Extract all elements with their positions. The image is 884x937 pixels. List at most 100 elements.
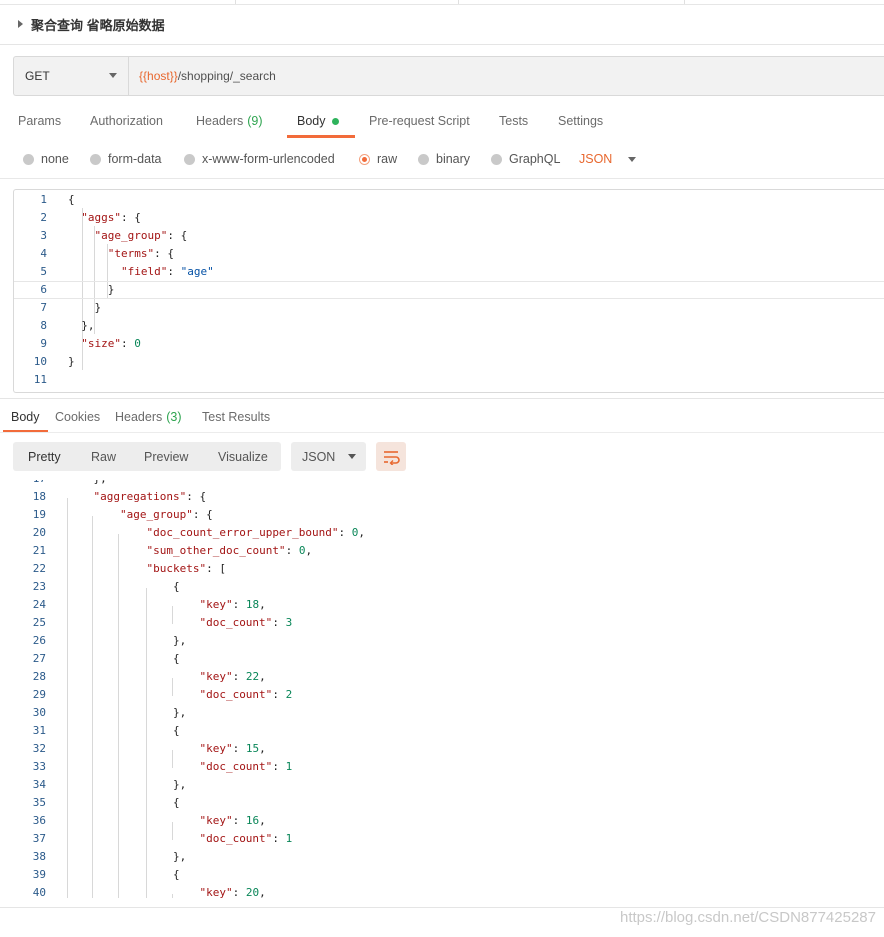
line-code: "terms": { [107, 247, 174, 260]
line-number: 29 [32, 688, 46, 701]
chevron-down-icon [628, 156, 637, 162]
tab-label: Headers [196, 114, 244, 128]
response-tab-body[interactable]: Body [3, 402, 47, 432]
request-body-editor[interactable]: 1{ 2 "aggs": { 3 "age_group": { 4 "terms… [13, 189, 884, 393]
tab-body[interactable]: Body [287, 104, 354, 138]
line-code: "doc_count": 2 [199, 688, 293, 701]
line-number: 24 [32, 598, 46, 611]
response-line: 22 "buckets": [ [0, 560, 884, 578]
body-format-label: JSON [579, 152, 613, 166]
body-option-form-data[interactable]: form-data [90, 146, 162, 172]
response-body[interactable]: 17 }, 18 "aggregations": { 19 "age_group… [0, 480, 884, 898]
line-number: 19 [32, 508, 46, 521]
editor-line: 4 "terms": { [14, 245, 884, 263]
url-input[interactable]: {{host}}/shopping/_search [129, 57, 276, 95]
response-line: 36 "key": 16, [0, 812, 884, 830]
tab-pre-request-script[interactable]: Pre-request Script [369, 104, 470, 138]
bottom-divider [0, 907, 884, 908]
tab-label: Body [297, 114, 326, 128]
line-code: "key": 16, [199, 814, 266, 827]
option-label: GraphQL [509, 152, 561, 166]
response-tab-test-results[interactable]: Test Results [202, 402, 270, 432]
line-code: "doc_count": 3 [199, 616, 293, 629]
line-number: 8 [40, 319, 47, 332]
line-number: 25 [32, 616, 46, 629]
response-line: 27 { [0, 650, 884, 668]
response-line: 19 "age_group": { [0, 506, 884, 524]
line-number: 9 [40, 337, 47, 350]
request-tabs: Params Authorization Headers (9) Body Pre… [0, 104, 884, 138]
response-format-select[interactable]: JSON [291, 442, 366, 471]
view-preview-button[interactable]: Preview [144, 442, 188, 471]
line-number: 27 [32, 652, 46, 665]
response-line: 25 "doc_count": 3 [0, 614, 884, 632]
response-line: 39 { [0, 866, 884, 884]
response-line: 29 "doc_count": 2 [0, 686, 884, 704]
chevron-down-icon [109, 73, 117, 78]
line-number: 11 [33, 373, 47, 386]
response-line: 24 "key": 18, [0, 596, 884, 614]
line-number: 38 [32, 850, 46, 863]
response-line: 34 }, [0, 776, 884, 794]
caret-right-icon[interactable] [18, 20, 23, 28]
editor-line: 8 }, [14, 317, 884, 335]
tab-label: Tests [499, 114, 529, 128]
watermark: https://blog.csdn.net/CSDN877425287 [619, 909, 876, 926]
body-option-none[interactable]: none [23, 146, 69, 172]
view-raw-button[interactable]: Raw [91, 442, 116, 471]
body-format-select[interactable]: JSON [579, 146, 637, 172]
line-code: "sum_other_doc_count": 0, [146, 544, 313, 557]
line-code: { [67, 580, 180, 593]
line-code: "doc_count_error_upper_bound": 0, [146, 526, 366, 539]
editor-line: 2 "aggs": { [14, 209, 884, 227]
line-number: 30 [32, 706, 46, 719]
view-pretty-button[interactable]: Pretty [28, 442, 61, 471]
line-code: "aggregations": { [93, 490, 207, 503]
response-line: 23 { [0, 578, 884, 596]
tab-headers[interactable]: Headers (9) [196, 104, 263, 138]
tab-settings[interactable]: Settings [558, 104, 603, 138]
response-divider [0, 398, 884, 399]
tab-label: Body [11, 410, 40, 424]
response-line: 21 "sum_other_doc_count": 0, [0, 542, 884, 560]
response-tab-headers[interactable]: Headers (3) [115, 402, 182, 432]
line-code: } [68, 355, 75, 368]
line-number: 37 [32, 832, 46, 845]
line-code: { [67, 724, 180, 737]
line-code: "doc_count": 1 [199, 760, 293, 773]
line-number: 3 [40, 229, 47, 242]
tab-label: Pre-request Script [369, 114, 470, 128]
tab-params[interactable]: Params [18, 104, 61, 138]
line-number: 7 [40, 301, 47, 314]
method-select[interactable]: GET [14, 57, 129, 95]
body-option-urlencoded[interactable]: x-www-form-urlencoded [184, 146, 335, 172]
line-code: "doc_count": 1 [199, 832, 293, 845]
line-code: { [67, 652, 180, 665]
wrap-lines-button[interactable] [376, 442, 406, 471]
body-option-binary[interactable]: binary [418, 146, 470, 172]
radio-icon [418, 153, 429, 165]
option-label: x-www-form-urlencoded [202, 152, 335, 166]
response-line: 32 "key": 15, [0, 740, 884, 758]
tab-tests[interactable]: Tests [499, 104, 528, 138]
line-code: "field": "age" [120, 265, 214, 278]
headers-count: (9) [247, 114, 263, 128]
line-number: 28 [32, 670, 46, 683]
line-code: "age_group": { [119, 508, 213, 521]
response-tab-cookies[interactable]: Cookies [55, 402, 100, 432]
response-line: 31 { [0, 722, 884, 740]
radio-icon [23, 153, 34, 165]
response-line: 37 "doc_count": 1 [0, 830, 884, 848]
request-title-row[interactable]: 聚合查询 省略原始数据 [0, 4, 884, 45]
response-line: 33 "doc_count": 1 [0, 758, 884, 776]
tab-label: Settings [558, 114, 604, 128]
body-option-graphql[interactable]: GraphQL [491, 146, 560, 172]
body-option-raw[interactable]: raw [359, 146, 397, 172]
tab-label: Test Results [202, 410, 271, 424]
response-line: 18 "aggregations": { [0, 488, 884, 506]
line-code: }, [67, 634, 187, 647]
option-label: form-data [108, 152, 162, 166]
tab-authorization[interactable]: Authorization [90, 104, 163, 138]
view-visualize-button[interactable]: Visualize [218, 442, 268, 471]
line-code: "age_group": { [94, 229, 188, 242]
